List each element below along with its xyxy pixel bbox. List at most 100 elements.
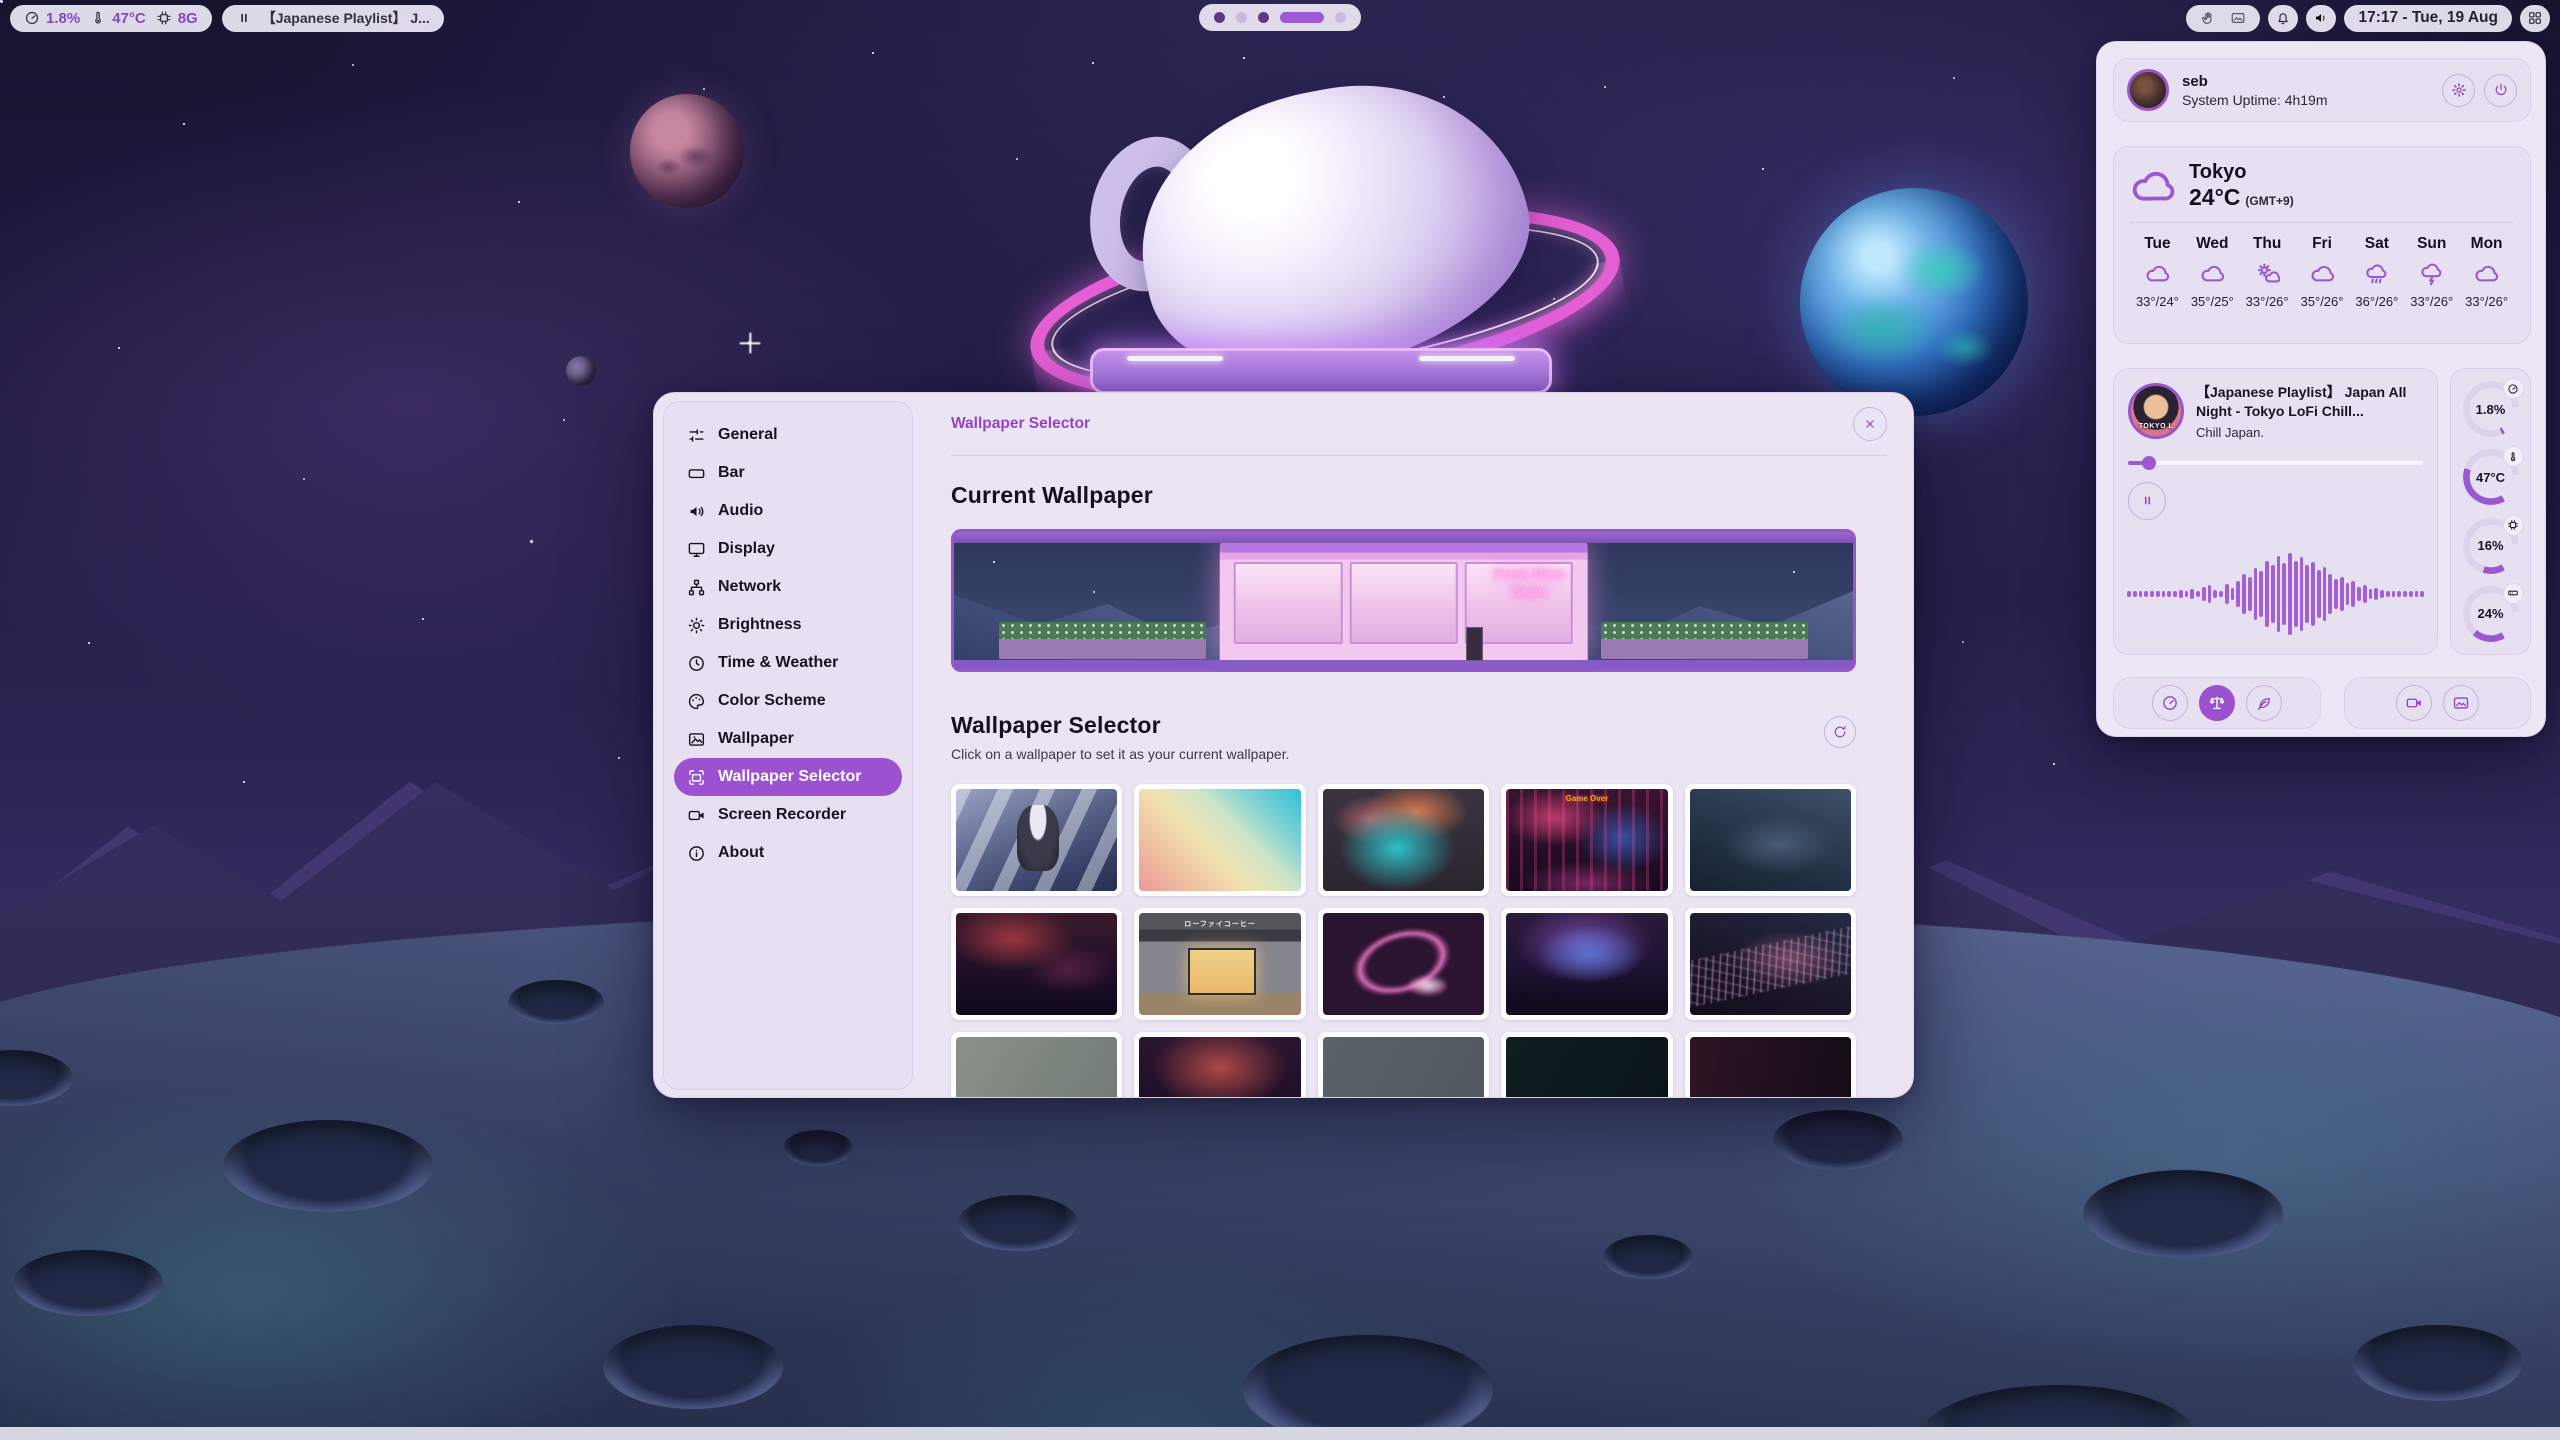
seek-slider[interactable] bbox=[2128, 456, 2423, 470]
forecast-temps: 35°/26° bbox=[2301, 294, 2344, 309]
sidebar-item-label: Color Scheme bbox=[718, 692, 826, 710]
settings-window: General BarAudioDisplay Network BrightnessT… bbox=[653, 392, 1914, 1098]
sliders-icon bbox=[687, 426, 706, 445]
wallpaper-thumb-crimson-forest[interactable] bbox=[951, 908, 1122, 1020]
weather-temp: 24°C bbox=[2189, 184, 2240, 210]
power-profile-power-saver[interactable] bbox=[2246, 685, 2282, 721]
forecast-day: Sun bbox=[2417, 235, 2446, 253]
forecast-day: Thu bbox=[2253, 235, 2281, 253]
workspace-4[interactable] bbox=[1280, 12, 1324, 23]
seek-track bbox=[2128, 461, 2423, 466]
sidebar-item-label: General bbox=[718, 426, 778, 444]
sidebar-item-color-scheme[interactable]: Color Scheme bbox=[674, 682, 902, 720]
refresh-button[interactable] bbox=[1824, 716, 1856, 748]
sidebar-item-audio[interactable]: Audio bbox=[674, 492, 902, 530]
clock[interactable]: 17:17 - Tue, 19 Aug bbox=[2344, 5, 2512, 32]
notifications-button[interactable] bbox=[2268, 5, 2298, 32]
sidebar-item-screen-recorder[interactable]: Screen Recorder bbox=[674, 796, 902, 834]
info-icon bbox=[687, 844, 706, 863]
screen-recorder-icon bbox=[687, 806, 706, 825]
cloud-icon bbox=[2310, 261, 2335, 286]
forecast-sun: Sun 33°/26° bbox=[2404, 235, 2459, 309]
wallpaper-thumb-grey-slate[interactable] bbox=[1318, 1032, 1489, 1098]
wallpaper-selector-page: Current Wallpaper Fresh Moon Beans bbox=[913, 456, 1913, 1098]
side-panel: seb System Uptime: 4h19m Tokyo 24°C(GMT+… bbox=[2096, 41, 2546, 737]
sidebar-item-wallpaper[interactable]: Wallpaper bbox=[674, 720, 902, 758]
workspace-5[interactable] bbox=[1335, 12, 1346, 23]
sidebar-item-label: Network bbox=[718, 578, 781, 596]
track-artist: Chill Japan. bbox=[2196, 425, 2423, 440]
sidebar-item-bar[interactable]: Bar bbox=[674, 454, 902, 492]
settings-button[interactable] bbox=[2442, 74, 2475, 107]
wallpaper-thumb-lofi-coffee-shop[interactable]: ローファイコーヒー bbox=[1134, 908, 1305, 1020]
workspace-2[interactable] bbox=[1236, 12, 1247, 23]
preview-menu-board bbox=[1466, 627, 1483, 661]
sidebar-item-general[interactable]: General bbox=[674, 416, 902, 454]
current-wallpaper-preview[interactable]: Fresh Moon Beans bbox=[951, 529, 1856, 672]
weather-timezone: (GMT+9) bbox=[2245, 194, 2293, 208]
forecast-sat: Sat36°/26° bbox=[2349, 235, 2404, 309]
sidebar-item-label: Screen Recorder bbox=[718, 806, 846, 824]
screen-record-button[interactable] bbox=[2396, 685, 2432, 721]
wallpaper-thumb-aurora-blur[interactable] bbox=[1318, 784, 1489, 896]
system-tray[interactable] bbox=[2186, 5, 2260, 32]
workspace-3[interactable] bbox=[1258, 12, 1269, 23]
chip-icon bbox=[156, 10, 172, 26]
wallpaper-thumb-violet-eclipse[interactable] bbox=[1318, 908, 1489, 1020]
album-art-label: TOKYO L bbox=[2139, 423, 2173, 430]
sidebar-item-label: Wallpaper Selector bbox=[718, 768, 861, 786]
workspace-1[interactable] bbox=[1214, 12, 1225, 23]
sidebar-item-about[interactable]: About bbox=[674, 834, 902, 872]
wallpaper-thumb-pastel-gradient[interactable] bbox=[1134, 784, 1305, 896]
media-pill[interactable]: 【Japanese Playlist】 J... bbox=[222, 5, 444, 32]
wallpaper-thumb-dark-teal[interactable] bbox=[1501, 1032, 1672, 1098]
wallpaper-thumb-snowy-village[interactable] bbox=[1685, 784, 1856, 896]
close-button[interactable] bbox=[1853, 407, 1887, 441]
refresh-icon bbox=[1832, 724, 1848, 740]
wallpaper-thumb-neon-arcade[interactable]: Game Over bbox=[1501, 784, 1672, 896]
sidebar-item-brightness[interactable]: Brightness bbox=[674, 606, 902, 644]
wallpaper-thumb-anime-street[interactable] bbox=[951, 784, 1122, 896]
screenshot-button[interactable] bbox=[2443, 685, 2479, 721]
sidebar-item-time-weather[interactable]: Time & Weather bbox=[674, 644, 902, 682]
sidebar-item-network[interactable]: Network bbox=[674, 568, 902, 606]
speedometer-icon bbox=[2161, 694, 2179, 712]
dock-strip bbox=[0, 1427, 2560, 1440]
power-profile-balanced[interactable] bbox=[2199, 685, 2235, 721]
stat-speedometer: 1.8% bbox=[24, 10, 80, 27]
seek-thumb[interactable] bbox=[2142, 456, 2156, 470]
preview-cafe: Fresh Moon Beans bbox=[1219, 542, 1588, 660]
earth-planet bbox=[1800, 188, 2028, 416]
power-button[interactable] bbox=[2484, 74, 2517, 107]
wallpaper-thumb-nebula-forest[interactable] bbox=[1501, 908, 1672, 1020]
power-profile-performance[interactable] bbox=[2152, 685, 2188, 721]
wallpaper-thumb-coral-reef[interactable] bbox=[1134, 1032, 1305, 1098]
storm-icon bbox=[2419, 261, 2444, 286]
workspaces-pill[interactable] bbox=[1199, 4, 1361, 31]
brightness-icon bbox=[687, 616, 706, 635]
clock-text: 17:17 - Tue, 19 Aug bbox=[2358, 9, 2498, 27]
forecast-temps: 33°/26° bbox=[2410, 294, 2453, 309]
wallpaper-thumb-wire-mesh[interactable] bbox=[1685, 908, 1856, 1020]
volume-button[interactable] bbox=[2306, 5, 2336, 32]
system-stats-pill[interactable]: 1.8%47°C8G bbox=[10, 5, 212, 32]
power-profile-card bbox=[2113, 677, 2321, 729]
close-icon bbox=[1862, 416, 1878, 432]
dashboard-button[interactable] bbox=[2520, 5, 2550, 32]
picture-icon bbox=[2230, 10, 2246, 26]
cloud-icon bbox=[2200, 261, 2225, 286]
sidebar-item-display[interactable]: Display bbox=[674, 530, 902, 568]
selector-subtitle: Click on a wallpaper to set it as your c… bbox=[951, 746, 1290, 762]
wallpaper-thumb-sage-field[interactable] bbox=[951, 1032, 1122, 1098]
system-gauges-card: 1.8%47°C16%24% bbox=[2450, 368, 2531, 655]
wallpaper-thumb-dark-maroon[interactable] bbox=[1685, 1032, 1856, 1098]
gauge-disk: 24% bbox=[2463, 586, 2519, 642]
preview-bottom-band bbox=[954, 660, 1853, 669]
sun-cloud-icon bbox=[2255, 261, 2280, 286]
user-name: seb bbox=[2182, 72, 2328, 92]
forecast-temps: 33°/26° bbox=[2246, 294, 2289, 309]
play-pause-button[interactable] bbox=[2128, 482, 2166, 520]
forecast-temps: 33°/24° bbox=[2136, 294, 2179, 309]
sidebar-item-wallpaper-selector[interactable]: Wallpaper Selector bbox=[674, 758, 902, 796]
network-icon bbox=[687, 578, 706, 597]
